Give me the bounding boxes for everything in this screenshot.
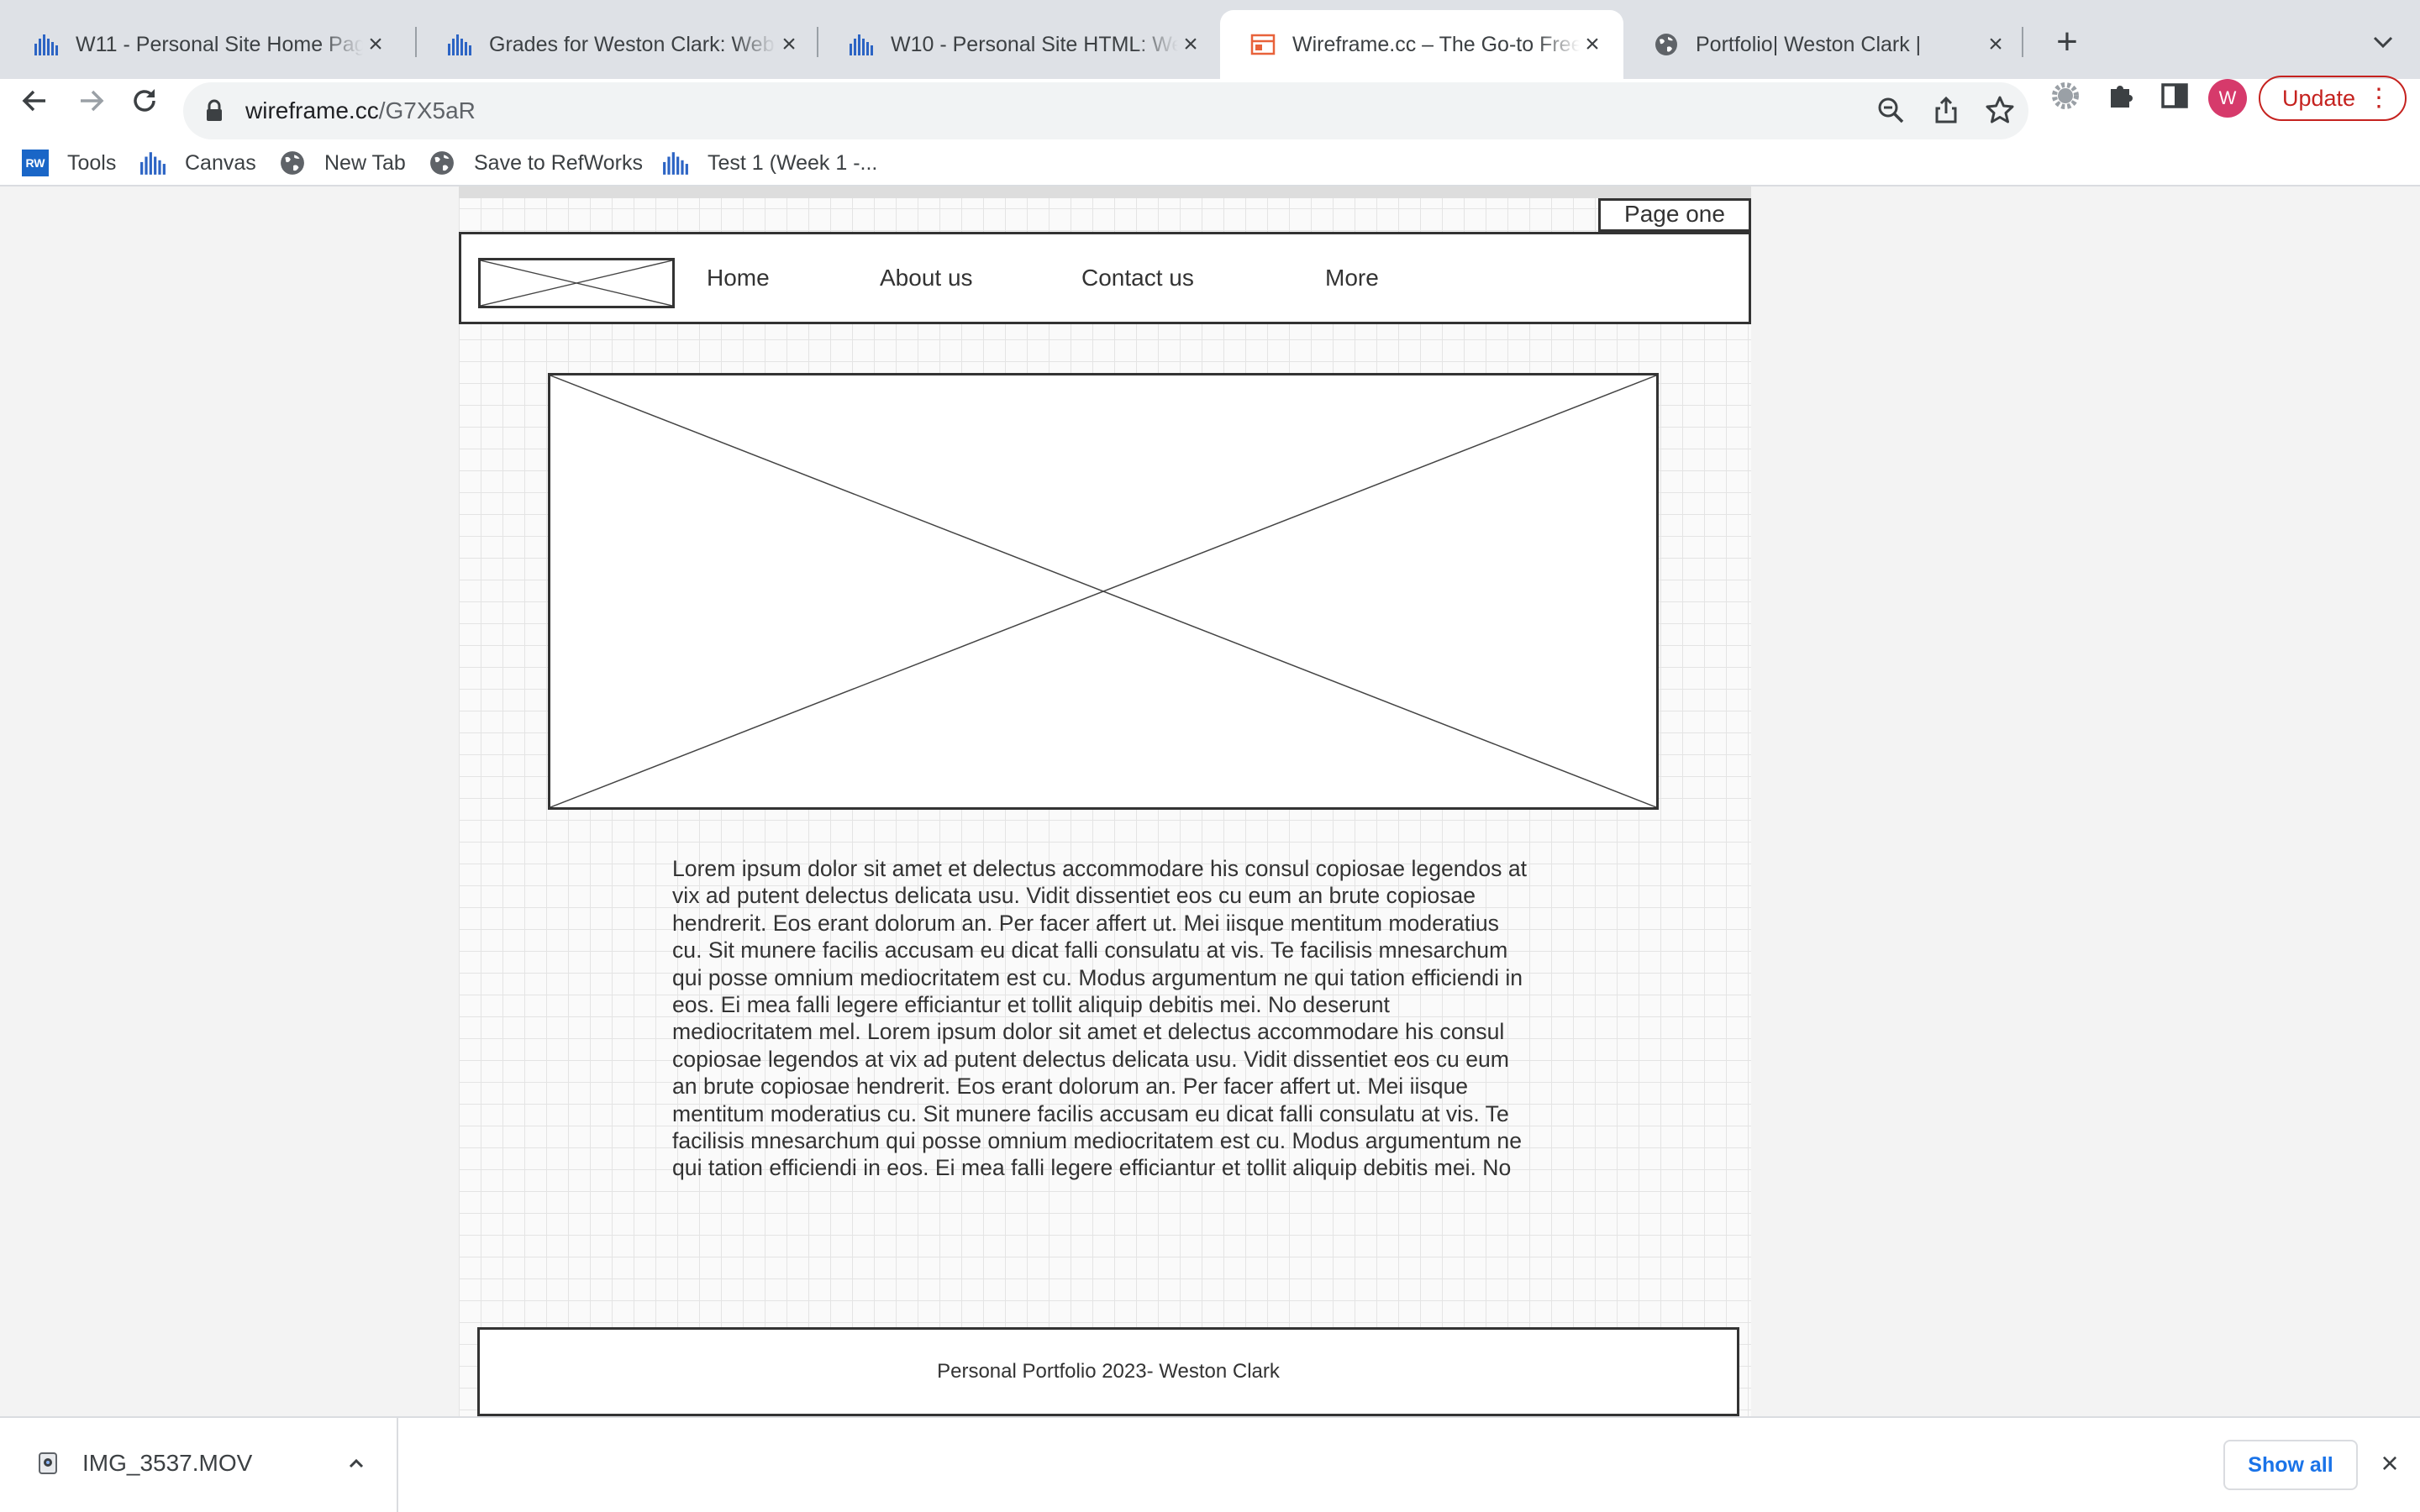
extension-gear-icon[interactable]: [2049, 79, 2082, 117]
forward-arrow-icon[interactable]: [72, 82, 109, 119]
text-line: mentitum moderatius cu. Sit munere facil…: [672, 1100, 1509, 1126]
back-arrow-icon[interactable]: [17, 82, 54, 119]
wireframe-icon: [1250, 32, 1276, 57]
bookmark-star-icon[interactable]: [1983, 93, 2017, 127]
url-path: /G7X5aR: [378, 97, 476, 123]
download-item[interactable]: IMG_3537.MOV: [0, 1418, 398, 1512]
globe-icon: [1654, 32, 1679, 57]
close-tab-icon[interactable]: ×: [1983, 32, 2008, 57]
canvas-icon: [662, 150, 689, 176]
text-line: facilisis mnesarchum qui posse omnium me…: [672, 1128, 1522, 1154]
text-line: vix ad putent delectus delicata usu. Vid…: [672, 883, 1476, 909]
close-tab-icon[interactable]: ×: [363, 32, 388, 57]
text-line: mediocritatem mel. Lorem ipsum dolor sit…: [672, 1019, 1505, 1045]
url-host: wireframe.cc: [245, 97, 379, 123]
text-line: hendrerit. Eos erant dolorum an. Per fac…: [672, 910, 1499, 936]
nav-more[interactable]: More: [1325, 265, 1379, 291]
nav-home[interactable]: Home: [707, 265, 770, 291]
canvas-icon: [34, 32, 59, 57]
canvas-top-bar: [459, 186, 1751, 198]
text-line: cu. Sit munere facilis accusam eu dicat …: [672, 937, 1508, 963]
nav-about-us[interactable]: About us: [880, 265, 973, 291]
download-shelf: IMG_3537.MOV Show all ×: [0, 1416, 2420, 1512]
show-all-button[interactable]: Show all: [2223, 1440, 2358, 1490]
update-button[interactable]: Update ⋮: [2259, 76, 2407, 121]
nav-contact-us[interactable]: Contact us: [1081, 265, 1194, 291]
bookmark-tools[interactable]: RW Tools: [22, 139, 116, 186]
close-tab-icon[interactable]: ×: [1580, 32, 1605, 57]
bookmarks-bar: RW Tools Canvas New Tab Save to RefWorks…: [0, 139, 2420, 186]
chevron-up-icon[interactable]: [345, 1452, 368, 1475]
bookmark-label: Canvas: [185, 150, 256, 175]
text-line: an brute copiosae hendrerit. Eos erant d…: [672, 1074, 1469, 1100]
tab-portfolio[interactable]: Portfolio| Weston Clark | ×: [1623, 10, 2027, 79]
reload-icon[interactable]: [126, 82, 163, 119]
text-line: eos. Ei mea falli legere efficiantur et …: [672, 992, 1390, 1018]
wireframe-footer[interactable]: Personal Portfolio 2023- Weston Clark: [477, 1327, 1739, 1416]
extensions-puzzle-icon[interactable]: [2104, 79, 2138, 117]
tab-wireframe[interactable]: Wireframe.cc – The Go-to Free ×: [1220, 10, 1623, 79]
logo-placeholder[interactable]: [478, 258, 675, 308]
wireframe-header[interactable]: Home About us Contact us More: [459, 232, 1751, 324]
close-tab-icon[interactable]: ×: [776, 32, 802, 57]
close-tab-icon[interactable]: ×: [1178, 32, 1203, 57]
lock-icon[interactable]: [202, 98, 227, 123]
update-label: Update: [2282, 85, 2356, 111]
close-icon[interactable]: ×: [2375, 1448, 2405, 1478]
tab-search-chevron-icon[interactable]: [2366, 25, 2400, 59]
tab-w11[interactable]: W11 - Personal Site Home Page ×: [3, 10, 407, 79]
address-bar[interactable]: wireframe.cc/G7X5aR: [183, 82, 2028, 139]
bookmark-label: Save to RefWorks: [474, 150, 644, 175]
bookmark-label: New Tab: [324, 150, 406, 175]
refworks-icon: RW: [22, 150, 49, 176]
tab-title: Portfolio| Weston Clark |: [1696, 32, 1922, 56]
tab-strip: W11 - Personal Site Home Page × Grades f…: [0, 0, 2420, 79]
hero-image-placeholder[interactable]: [548, 373, 1659, 810]
wireframe-canvas[interactable]: Page one Home About us Contact us More L…: [459, 186, 1751, 1416]
tab-separator: [2022, 27, 2023, 57]
globe-icon: [429, 150, 455, 176]
bookmark-label: Tools: [67, 150, 117, 175]
canvas-icon: [139, 150, 166, 176]
canvas-icon: [849, 32, 874, 57]
download-filename: IMG_3537.MOV: [82, 1450, 253, 1476]
new-tab-icon[interactable]: +: [2044, 20, 2091, 67]
tab-title: W10 - Personal Site HTML: We: [891, 32, 1178, 56]
side-panel-icon[interactable]: [2158, 79, 2191, 117]
tab-title: W11 - Personal Site Home Page: [76, 32, 363, 56]
bookmark-canvas[interactable]: Canvas: [139, 139, 256, 186]
globe-icon: [279, 150, 306, 176]
tab-title: Wireframe.cc – The Go-to Free: [1292, 32, 1580, 56]
video-file-icon: [37, 1452, 59, 1475]
bookmark-refworks[interactable]: Save to RefWorks: [429, 139, 643, 186]
footer-text: Personal Portfolio 2023- Weston Clark: [937, 1360, 1280, 1383]
tab-grades[interactable]: Grades for Weston Clark: Web ×: [417, 10, 820, 79]
text-line: copiosae legendos at vix ad putent delec…: [672, 1046, 1509, 1072]
bookmark-test1[interactable]: Test 1 (Week 1 -...: [662, 139, 877, 186]
bookmark-label: Test 1 (Week 1 -...: [708, 150, 878, 175]
profile-avatar[interactable]: W: [2208, 79, 2247, 118]
zoom-icon[interactable]: [1874, 93, 1907, 127]
url-text: wireframe.cc/G7X5aR: [245, 97, 476, 124]
text-line: Lorem ipsum dolor sit amet et delectus a…: [672, 856, 1528, 881]
text-line: qui tation efficiendi in eos. Ei mea fal…: [672, 1155, 1512, 1181]
body-text-block[interactable]: Lorem ipsum dolor sit amet et delectus a…: [672, 855, 1566, 1182]
page-viewport[interactable]: Page one Home About us Contact us More L…: [0, 186, 2420, 1416]
page-label[interactable]: Page one: [1598, 198, 1751, 232]
text-line: qui posse omnium mediocritatem est cu. M…: [672, 964, 1523, 990]
menu-dots-icon[interactable]: ⋮: [2366, 84, 2391, 113]
tab-title: Grades for Weston Clark: Web: [489, 32, 775, 56]
tab-w10[interactable]: W10 - Personal Site HTML: We ×: [818, 10, 1222, 79]
canvas-icon: [447, 32, 472, 57]
share-icon[interactable]: [1929, 93, 1963, 127]
bookmark-new-tab[interactable]: New Tab: [279, 139, 406, 186]
